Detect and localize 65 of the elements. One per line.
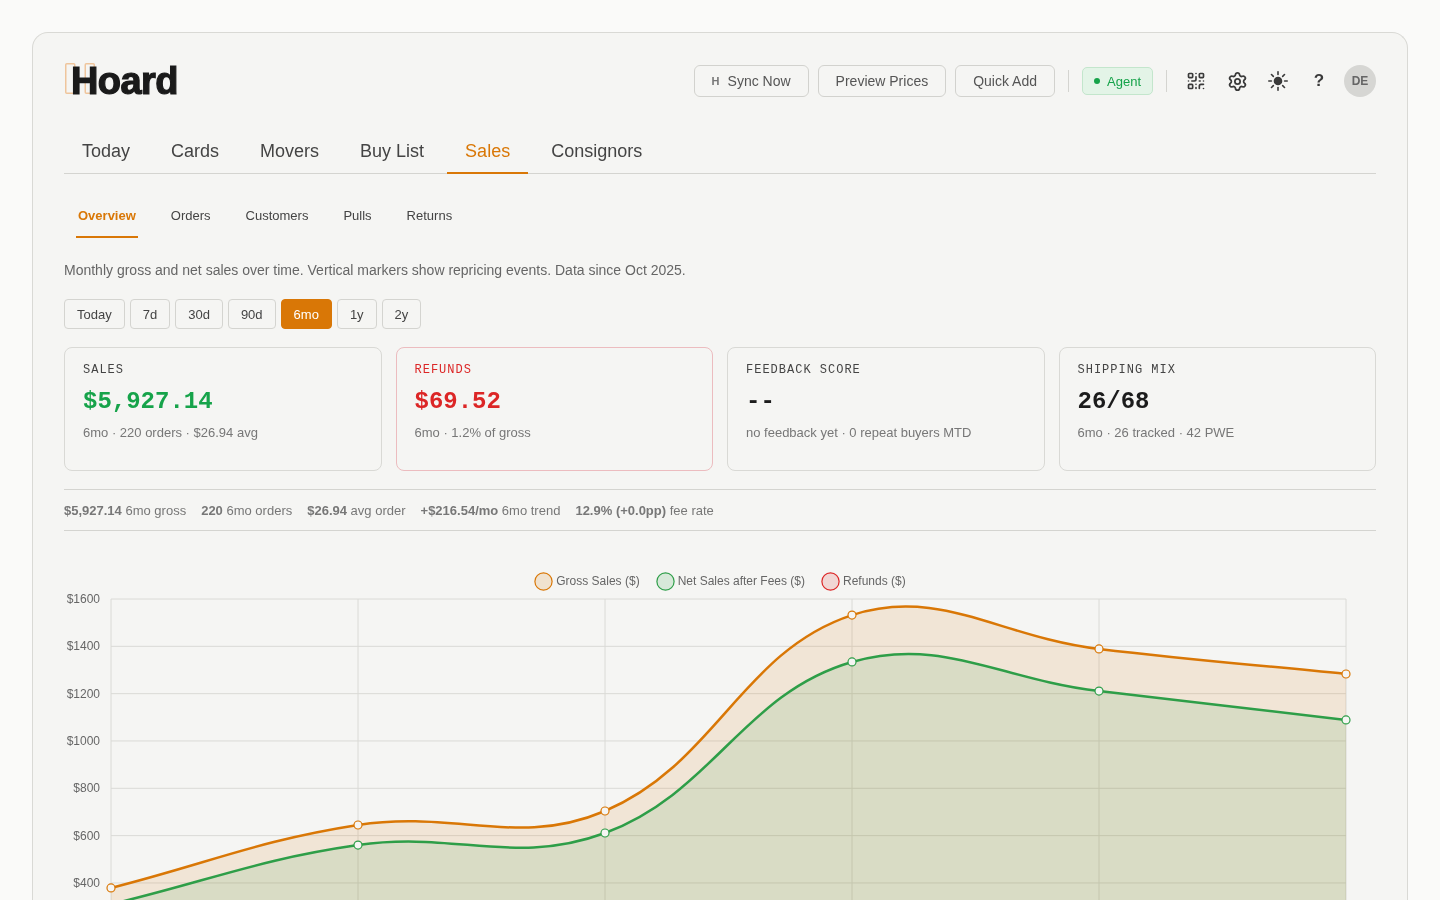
- card-value: $69.52: [414, 387, 501, 417]
- chart-description: Monthly gross and net sales over time. Vertical markers show repricing events. Data since Oct 2025.: [64, 261, 687, 280]
- range-button[interactable]: 2y: [381, 299, 422, 329]
- y-axis-label: $1000: [66, 733, 100, 748]
- y-axis-label: $1400: [66, 639, 100, 654]
- legend-label: Net Sales after Fees ($): [677, 574, 805, 588]
- y-axis-label: $400: [73, 875, 100, 890]
- y-axis-label: $1600: [66, 592, 100, 606]
- header-button[interactable]: Quick Add: [955, 65, 1055, 97]
- sub-tab[interactable]: Pulls: [341, 198, 374, 238]
- card-note: 6mo · 1.2% of gross: [414, 424, 531, 442]
- card-label: SHIPPING MIX: [1077, 362, 1176, 378]
- card-value: 26/68: [1077, 387, 1150, 417]
- data-point: [847, 657, 857, 667]
- summary-stat: 12.9% (+0.0pp) fee rate: [575, 502, 714, 518]
- card-value: $5,927.14: [83, 387, 213, 417]
- data-point: [1094, 644, 1104, 654]
- nav-tab[interactable]: Buy List: [342, 130, 443, 174]
- header-button[interactable]: H Sync Now: [693, 65, 809, 97]
- card-label: FEEDBACK SCORE: [746, 362, 861, 378]
- agent-label: Agent: [1107, 73, 1141, 89]
- help-button[interactable]: ?: [1303, 65, 1335, 97]
- sub-tab[interactable]: Returns: [404, 198, 455, 238]
- data-point: [353, 840, 363, 850]
- sub-tab[interactable]: Orders: [168, 198, 213, 238]
- sun-icon: [1268, 71, 1288, 91]
- range-button[interactable]: 1y: [336, 299, 377, 329]
- summary-stat: +$216.54/mo 6mo trend: [420, 502, 561, 518]
- range-button[interactable]: 90d: [227, 299, 276, 329]
- data-point: [106, 883, 116, 893]
- card-note: 6mo · 26 tracked · 42 PWE: [1077, 424, 1235, 442]
- card-label: REFUNDS: [414, 362, 472, 378]
- user-avatar[interactable]: DE: [1344, 65, 1376, 97]
- range-button[interactable]: Today: [64, 299, 125, 329]
- nav-tab[interactable]: Movers: [242, 130, 338, 174]
- qr-code-icon: [1186, 71, 1206, 91]
- y-axis-label: $800: [73, 781, 100, 796]
- summary-stat: $26.94 avg order: [307, 502, 406, 518]
- range-button[interactable]: 7d: [129, 299, 171, 329]
- card-value: --: [746, 387, 775, 417]
- card-label: SALES: [83, 362, 124, 378]
- data-point: [1341, 715, 1351, 725]
- summary-stat: 220 6mo orders: [201, 502, 293, 518]
- data-point: [1094, 686, 1104, 696]
- summary-stat: $5,927.14 6mo gross: [64, 502, 187, 518]
- data-point: [847, 610, 857, 620]
- nav-tab[interactable]: Consignors: [533, 130, 661, 174]
- card-note: no feedback yet · 0 repeat buyers MTD: [746, 424, 972, 442]
- data-point: [600, 806, 610, 816]
- card-note: 6mo · 220 orders · $26.94 avg: [83, 424, 258, 442]
- settings-icon: [1226, 70, 1248, 92]
- y-axis-label: $1200: [66, 686, 100, 701]
- sub-tab[interactable]: Customers: [243, 198, 311, 238]
- legend-label: Refunds ($): [843, 574, 906, 588]
- legend-label: Gross Sales ($): [556, 574, 640, 588]
- nav-tab[interactable]: Cards: [153, 130, 238, 174]
- header-button[interactable]: Preview Prices: [817, 65, 947, 97]
- data-point: [600, 828, 610, 838]
- range-button[interactable]: 30d: [175, 299, 223, 329]
- data-point: [353, 820, 363, 830]
- data-point: [1341, 669, 1351, 679]
- y-axis-label: $600: [73, 828, 100, 843]
- app-logo: Hoard: [64, 64, 178, 98]
- nav-tab[interactable]: Today: [64, 130, 149, 174]
- h-mark-icon: H: [711, 75, 720, 87]
